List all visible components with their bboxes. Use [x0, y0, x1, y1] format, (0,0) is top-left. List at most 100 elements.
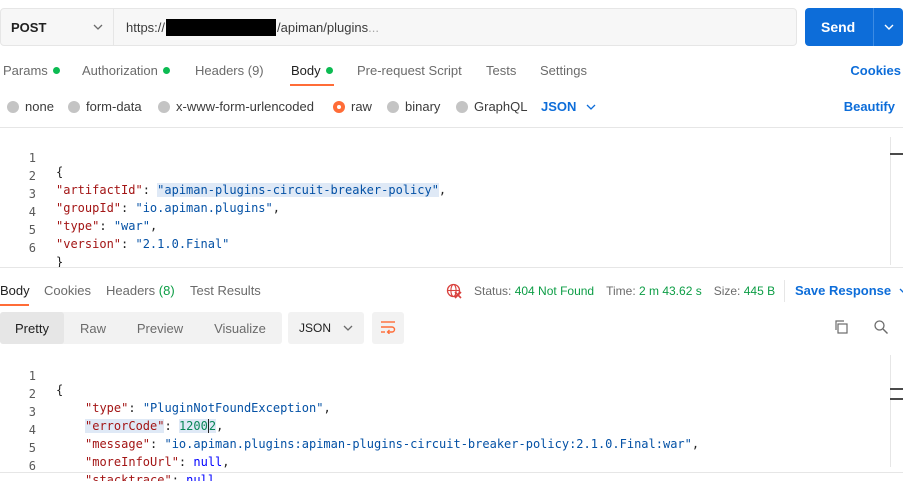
view-raw[interactable]: Raw: [64, 312, 122, 344]
code-line: 4 "type": "war",: [0, 191, 890, 233]
tab-authorization-label: Authorization: [82, 63, 158, 78]
active-tab-underline: [290, 84, 334, 86]
radio-raw[interactable]: raw: [333, 99, 372, 114]
size-value[interactable]: 445 B: [744, 284, 775, 298]
request-bar: POST https:// /apiman/plugins ...: [0, 8, 797, 46]
radio-graphql[interactable]: GraphQL: [456, 99, 527, 114]
copy-icon: [833, 319, 849, 338]
tab-response-headers-label: Headers: [106, 283, 156, 298]
url-input[interactable]: https:// /apiman/plugins ...: [114, 9, 796, 45]
response-format-select[interactable]: JSON: [288, 312, 364, 344]
body-type-options: none form-data x-www-form-urlencoded raw…: [0, 96, 903, 118]
tab-test-results[interactable]: Test Results: [190, 283, 261, 298]
save-response-button[interactable]: Save Response: [795, 283, 903, 298]
response-status: Status: 404 Not Found Time: 2 m 43.62 s …: [446, 280, 775, 302]
active-tab-underline: [0, 304, 29, 306]
code-line: 3 "groupId": "io.apiman.plugins",: [0, 173, 890, 215]
radio-binary[interactable]: binary: [387, 99, 440, 114]
time-label: Time:: [606, 284, 636, 298]
code-line: 5 "moreInfoUrl": null,: [0, 427, 890, 469]
response-tabs: Body Cookies Headers (8) Test Results St…: [0, 280, 903, 306]
size-label: Size:: [713, 284, 741, 298]
tab-pre-request-label: Pre-request Script: [357, 63, 462, 78]
time-value[interactable]: 2 m 43.62 s: [639, 284, 702, 298]
headers-count: (8): [158, 283, 175, 298]
status-label: Status:: [474, 284, 512, 298]
copy-button[interactable]: [832, 319, 850, 337]
url-path: /apiman/plugins: [277, 19, 369, 35]
cookies-link[interactable]: Cookies: [850, 63, 901, 78]
divider: [0, 127, 903, 128]
send-button[interactable]: Send: [805, 8, 903, 46]
tab-body-label: Body: [291, 63, 321, 78]
code-line: 6 }: [0, 227, 890, 269]
tab-headers-label: Headers (9): [195, 63, 264, 78]
radio-circle-icon: [158, 100, 170, 113]
code-line: 1 {: [0, 137, 890, 179]
divider: [0, 472, 903, 473]
tab-response-cookies[interactable]: Cookies: [44, 283, 91, 298]
search-icon: [873, 319, 889, 338]
tab-settings[interactable]: Settings: [540, 63, 587, 78]
scroll-marker: [890, 153, 903, 155]
code-line: 5 "version": "2.1.0.Final": [0, 209, 890, 251]
view-pretty[interactable]: Pretty: [0, 312, 64, 344]
viewer-scroll-track[interactable]: [890, 355, 891, 467]
tab-body[interactable]: Body: [291, 63, 333, 78]
response-format-label: JSON: [299, 321, 332, 335]
radio-urlencoded-label: x-www-form-urlencoded: [176, 99, 314, 114]
tab-pre-request-script[interactable]: Pre-request Script: [357, 63, 462, 78]
line-number: 6: [28, 241, 36, 255]
radio-circle-icon: [456, 100, 468, 113]
line-number: 6: [28, 459, 36, 473]
radio-selected-icon: [333, 100, 345, 113]
redacted-host: [166, 18, 277, 36]
radio-urlencoded[interactable]: x-www-form-urlencoded: [158, 99, 314, 114]
response-body-viewer[interactable]: 1 { 2 "type": "PluginNotFoundException",…: [0, 355, 890, 481]
code-line: 2 "artifactId": "apiman-plugins-circuit-…: [0, 155, 890, 197]
send-options-chevron-icon[interactable]: [874, 24, 903, 30]
view-visualize[interactable]: Visualize: [198, 312, 282, 344]
tab-tests[interactable]: Tests: [486, 63, 516, 78]
body-format-select[interactable]: JSON: [541, 99, 596, 114]
chevron-down-icon: [899, 286, 903, 296]
url-prefix: https://: [126, 19, 166, 35]
divider: [0, 267, 903, 268]
tab-authorization[interactable]: Authorization: [82, 63, 170, 78]
radio-circle-icon: [7, 100, 19, 113]
scroll-marker: [890, 388, 903, 390]
status-value[interactable]: 404 Not Found: [515, 284, 594, 298]
tab-headers[interactable]: Headers (9): [195, 63, 264, 78]
tab-response-body[interactable]: Body: [0, 283, 30, 298]
save-response-label: Save Response: [795, 283, 892, 298]
radio-circle-icon: [387, 100, 399, 113]
tab-response-headers[interactable]: Headers (8): [106, 283, 175, 298]
wrap-lines-button[interactable]: [372, 312, 404, 344]
code-line: 6 "stacktrace": null: [0, 445, 890, 481]
wrap-lines-icon: [379, 320, 397, 337]
editor-scroll-track[interactable]: [890, 137, 891, 265]
radio-none[interactable]: none: [7, 99, 54, 114]
network-globe-icon[interactable]: [446, 283, 462, 299]
json-null: null: [186, 473, 216, 481]
send-label: Send: [821, 19, 856, 35]
method-label: POST: [11, 19, 47, 35]
code-line: 4 "message": "io.apiman.plugins:apiman-p…: [0, 409, 890, 451]
radio-raw-label: raw: [351, 99, 372, 114]
response-view-modes: Pretty Raw Preview Visualize: [0, 312, 282, 344]
radio-form-data[interactable]: form-data: [68, 99, 142, 114]
radio-circle-icon: [68, 100, 80, 113]
code-line: 1 {: [0, 355, 890, 397]
search-button[interactable]: [872, 319, 890, 337]
method-select[interactable]: POST: [1, 9, 114, 45]
chevron-down-icon: [93, 22, 103, 32]
json-key: "stacktrace": [85, 473, 172, 481]
radio-none-label: none: [25, 99, 54, 114]
tab-params[interactable]: Params: [3, 63, 60, 78]
tab-settings-label: Settings: [540, 63, 587, 78]
view-preview[interactable]: Preview: [122, 312, 198, 344]
code-line: 3 "errorCode": 12002,: [0, 391, 890, 433]
status-dot-icon: [325, 67, 333, 74]
beautify-button[interactable]: Beautify: [844, 99, 895, 114]
request-body-editor[interactable]: 1 { 2 "artifactId": "apiman-plugins-circ…: [0, 137, 890, 269]
